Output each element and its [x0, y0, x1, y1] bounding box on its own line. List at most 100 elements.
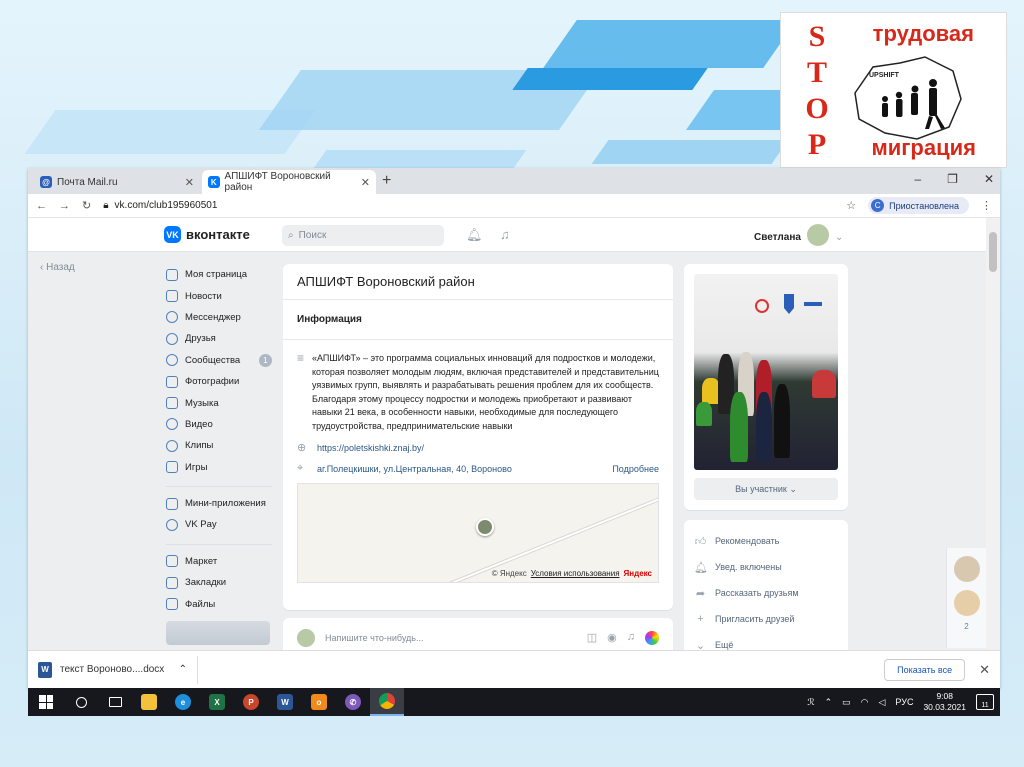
download-item[interactable]: W текст Вороново....docx ⌃: [38, 655, 198, 684]
battery-icon[interactable]: ▭: [842, 697, 851, 708]
chat-avatar[interactable]: [953, 590, 980, 616]
address-link[interactable]: аг.Полецкишки, ул.Центральная, 40, Ворон…: [317, 464, 512, 474]
nav-item-my-page[interactable]: Моя страница: [166, 264, 272, 285]
tab-information[interactable]: Информация: [283, 300, 673, 340]
recommend-action[interactable]: 👍︎ Рекомендовать: [694, 528, 838, 554]
nav-item-vk-pay[interactable]: VK Pay: [166, 514, 272, 535]
notification-center-icon[interactable]: 11: [976, 694, 994, 710]
nav-label: Фотографии: [185, 376, 240, 388]
odnoklassniki-icon[interactable]: o: [302, 688, 336, 716]
start-button[interactable]: [28, 695, 64, 709]
tab-mail-label: Почта Mail.ru: [57, 176, 118, 188]
chrome-icon[interactable]: [370, 688, 404, 716]
map-terms-link[interactable]: Условия использования: [531, 569, 620, 578]
tab-strip: @ Почта Mail.ru ✕ K АПШИФТ Вороновский р…: [28, 168, 1000, 194]
nav-item-music[interactable]: Музыка: [166, 392, 272, 413]
group-cover-photo[interactable]: [694, 274, 838, 470]
nav-label: Маркет: [185, 555, 218, 567]
menu-dots-icon[interactable]: ⋮: [981, 199, 992, 212]
nav-item-news[interactable]: Новости: [166, 285, 272, 306]
music-icon[interactable]: ♫: [627, 631, 635, 645]
camera-icon[interactable]: ◫: [587, 631, 597, 645]
tab-mail[interactable]: @ Почта Mail.ru ✕: [34, 170, 200, 194]
reload-icon[interactable]: ↻: [82, 199, 91, 212]
volume-icon[interactable]: ◁: [879, 697, 886, 708]
language-indicator[interactable]: РУС: [895, 697, 913, 707]
close-tab-icon[interactable]: ✕: [185, 176, 194, 189]
close-icon[interactable]: ✕: [979, 662, 990, 678]
action-label: Рекомендовать: [715, 536, 780, 546]
back-arrow-icon[interactable]: ←: [36, 200, 47, 212]
group-info-card: АПШИФТ Вороновский район Информация ≡ «А…: [283, 264, 673, 610]
close-tab-icon[interactable]: ✕: [361, 176, 370, 189]
excel-icon[interactable]: X: [200, 688, 234, 716]
task-view-icon[interactable]: [98, 688, 132, 716]
file-explorer-icon[interactable]: [132, 688, 166, 716]
chat-avatar[interactable]: [953, 556, 980, 582]
share-action[interactable]: ➦ Рассказать друзьям: [694, 580, 838, 606]
url-field[interactable]: 🔒︎ vk.com/club195960501: [103, 200, 834, 211]
viber-icon[interactable]: ✆: [336, 688, 370, 716]
nav-item-friends[interactable]: Друзья: [166, 328, 272, 349]
nav-item-files[interactable]: Файлы: [166, 593, 272, 614]
video-icon: [166, 418, 178, 431]
taskbar-search-icon[interactable]: [64, 688, 98, 716]
nav-item-games[interactable]: Игры: [166, 457, 272, 478]
profile-button[interactable]: С Приостановлена: [868, 197, 969, 214]
maximize-button[interactable]: ❐: [947, 172, 958, 186]
nav-label: Мини-приложения: [185, 498, 266, 510]
star-icon[interactable]: ☆: [846, 199, 856, 212]
vk-logo[interactable]: VK вконтакте: [164, 226, 250, 243]
nav-item-video[interactable]: Видео: [166, 414, 272, 435]
nav-item-mini-apps[interactable]: Мини-приложения: [166, 493, 272, 514]
nav-item-communities[interactable]: Сообщества 1: [166, 350, 272, 371]
music-player-icon[interactable]: ♫: [500, 227, 510, 242]
minimize-button[interactable]: –: [914, 172, 921, 186]
wall-logos-icon: [755, 294, 822, 314]
more-action[interactable]: ⌄ Ещё: [694, 632, 838, 651]
nav-item-market[interactable]: Маркет: [166, 551, 272, 572]
nav-label: Моя страница: [185, 269, 248, 281]
nav-item-messenger[interactable]: Мессенджер: [166, 307, 272, 328]
edge-icon[interactable]: e: [166, 688, 200, 716]
clips-icon: [166, 439, 178, 452]
nav-item-clips[interactable]: Клипы: [166, 435, 272, 456]
website-link[interactable]: https://poletskishki.znaj.by/: [317, 443, 424, 453]
nav-label: Видео: [185, 418, 213, 430]
clock[interactable]: 9:08 30.03.2021: [923, 691, 966, 713]
user-menu[interactable]: Светлана ⌄: [754, 224, 843, 246]
tray-arrow-icon[interactable]: ⌃: [825, 697, 833, 708]
nav-ad-thumbnail[interactable]: [166, 620, 270, 645]
scrollbar-thumb[interactable]: [989, 232, 997, 272]
location-map[interactable]: © Яндекс Условия использования Яндекс: [297, 483, 659, 583]
forward-arrow-icon[interactable]: →: [59, 200, 70, 212]
nav-item-bookmarks[interactable]: Закладки: [166, 572, 272, 593]
close-window-button[interactable]: ✕: [984, 172, 994, 186]
map-pin-icon[interactable]: [476, 518, 494, 536]
notifications-action[interactable]: 🔔︎ Увед. включены: [694, 554, 838, 580]
tab-vk-group[interactable]: K АПШИФТ Вороновский район ✕: [202, 170, 376, 194]
nav-label: Новости: [185, 290, 222, 302]
clip-icon[interactable]: [645, 631, 659, 645]
more-details-link[interactable]: Подробнее: [612, 464, 659, 474]
notifications-bell-icon[interactable]: 🔔︎: [466, 227, 483, 243]
back-link[interactable]: ‹ Назад: [40, 262, 75, 273]
invite-action[interactable]: + Пригласить друзей: [694, 606, 838, 632]
word-icon[interactable]: W: [268, 688, 302, 716]
thumb-up-icon: 👍︎: [694, 535, 707, 548]
chevron-up-icon[interactable]: ⌃: [179, 664, 187, 675]
new-post-box[interactable]: Напишите что-нибудь... ◫ ◉ ♫: [283, 618, 673, 650]
people-icon[interactable]: ℛ: [807, 697, 814, 708]
show-all-button[interactable]: Показать все: [884, 658, 966, 681]
nav-item-photos[interactable]: Фотографии: [166, 371, 272, 392]
powerpoint-icon[interactable]: P: [234, 688, 268, 716]
member-dropdown-button[interactable]: Вы участник ⌄: [694, 478, 838, 500]
network-icon[interactable]: ◠: [861, 697, 869, 708]
nav-label: Сообщества: [185, 354, 241, 366]
video-icon[interactable]: ◉: [607, 631, 617, 645]
location-pin-icon: ⌖: [297, 462, 304, 474]
nav-divider: [166, 539, 272, 545]
page-scrollbar[interactable]: [986, 218, 1000, 650]
vk-search-input[interactable]: ⌕ Поиск: [282, 225, 444, 246]
new-tab-button[interactable]: +: [382, 172, 391, 190]
